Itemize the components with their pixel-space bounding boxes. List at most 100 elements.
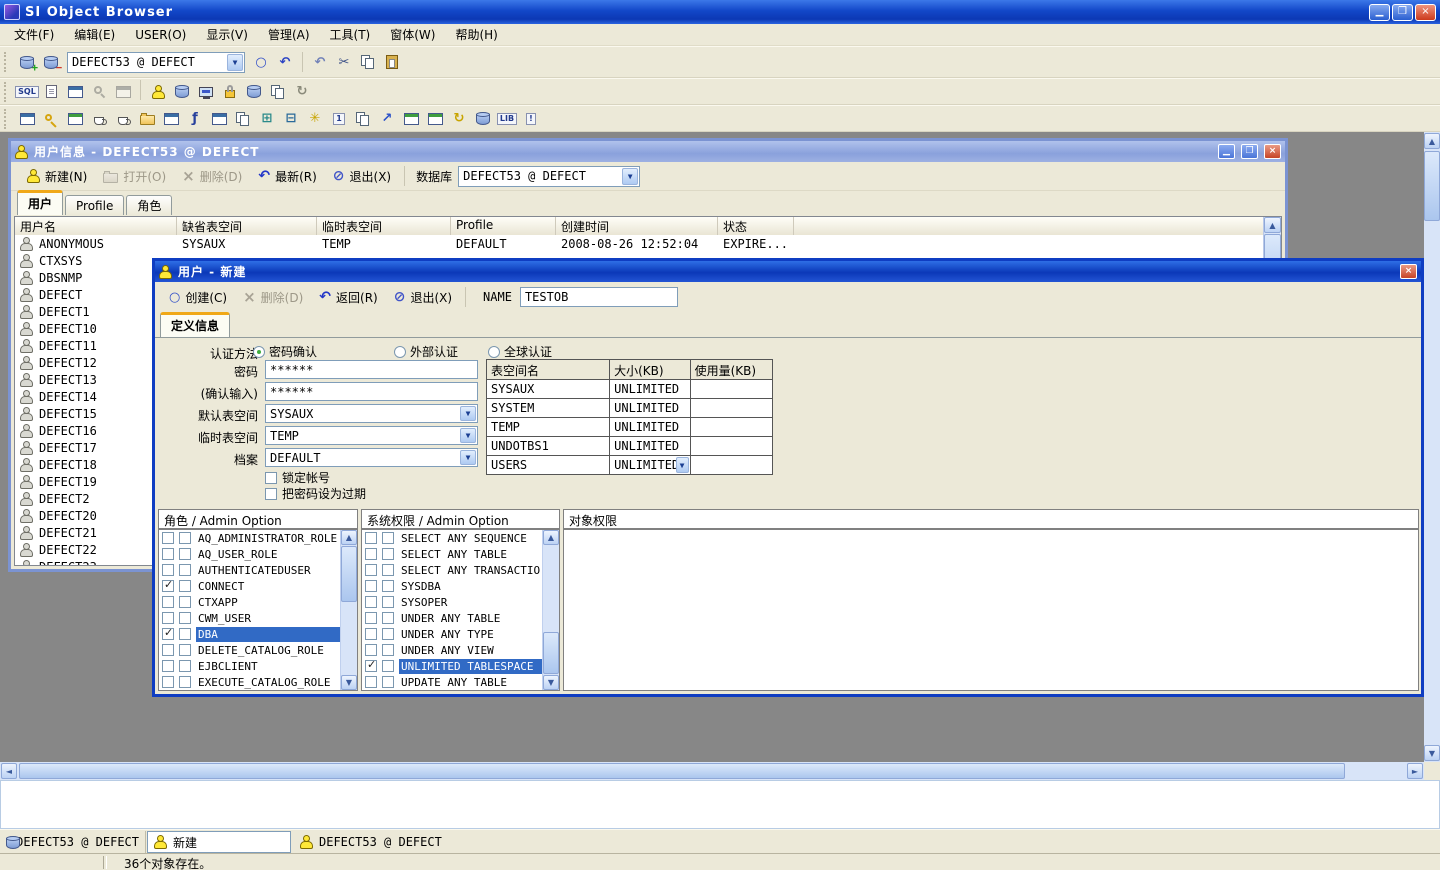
db-job-icon[interactable] <box>471 107 495 130</box>
admin-option-checkbox[interactable] <box>179 580 191 592</box>
scroll-up-icon[interactable]: ▲ <box>1424 133 1440 149</box>
admin-option-checkbox[interactable] <box>382 564 394 576</box>
tablespace-size[interactable]: UNLIMITED <box>610 418 690 436</box>
procedure-window-icon[interactable] <box>207 107 231 130</box>
tab-Profile[interactable]: Profile <box>65 195 124 215</box>
name-input[interactable]: TESTOB <box>520 287 678 307</box>
chevron-down-icon[interactable]: ▼ <box>622 168 638 185</box>
grant-checkbox[interactable] <box>162 564 174 576</box>
script-icon[interactable] <box>39 80 63 103</box>
storage-icon[interactable] <box>242 80 266 103</box>
admin-option-checkbox[interactable] <box>179 676 191 688</box>
admin-option-checkbox[interactable] <box>382 628 394 640</box>
exit-button[interactable]: 退出(X) <box>325 164 399 188</box>
table-row[interactable]: SYSAUXUNLIMITED <box>487 380 772 399</box>
grant-checkbox[interactable] <box>365 580 377 592</box>
connection-combobox[interactable]: DEFECT53 @ DEFECT ▼ <box>67 52 245 73</box>
admin-option-checkbox[interactable] <box>179 596 191 608</box>
list-item[interactable]: SELECT ANY TABLE <box>362 546 559 562</box>
grant-checkbox[interactable] <box>365 532 377 544</box>
list-item[interactable]: SYSDBA <box>362 578 559 594</box>
grant-checkbox[interactable] <box>162 612 174 624</box>
scroll-right-icon[interactable]: ► <box>1407 763 1423 779</box>
temp-tablespace-combobox[interactable]: TEMP ▼ <box>265 426 478 445</box>
open-button[interactable]: 打开(O) <box>95 164 174 188</box>
admin-option-checkbox[interactable] <box>382 612 394 624</box>
task-button-user-info[interactable]: DEFECT53 @ DEFECT <box>294 831 454 853</box>
sysprivs-scrollbar[interactable]: ▲ ▼ <box>542 530 559 690</box>
list-item[interactable]: CTXAPP <box>159 594 357 610</box>
menu-item[interactable]: 文件(F) <box>4 24 64 45</box>
admin-option-checkbox[interactable] <box>179 660 191 672</box>
list-item[interactable]: SELECT ANY SEQUENCE <box>362 530 559 546</box>
sql-icon[interactable]: SQL <box>15 80 39 103</box>
dialog-titlebar[interactable]: 用户 - 新建 × <box>155 261 1421 282</box>
table-row[interactable]: TEMPUNLIMITED <box>487 418 772 437</box>
task-button-new-user[interactable]: 新建 <box>147 831 291 853</box>
delete-button[interactable]: 删除(D) <box>174 164 250 188</box>
admin-option-checkbox[interactable] <box>382 580 394 592</box>
password-input[interactable]: ****** <box>265 360 478 379</box>
admin-option-checkbox[interactable] <box>382 596 394 608</box>
tablespace-size[interactable]: UNLIMITED <box>610 437 690 455</box>
admin-option-checkbox[interactable] <box>179 548 191 560</box>
session-icon[interactable] <box>194 80 218 103</box>
delete-button[interactable]: 删除(D) <box>235 285 311 309</box>
record-circle-icon[interactable]: ○ <box>249 51 273 74</box>
disconnect-database-icon[interactable]: − <box>39 51 63 74</box>
table-row[interactable]: UNDOTBS1UNLIMITED <box>487 437 772 456</box>
column-header[interactable]: 缺省表空间 <box>177 217 317 235</box>
toolbar-grip[interactable] <box>4 109 11 129</box>
horizontal-scrollbar[interactable]: ◄ ► <box>0 762 1424 780</box>
grant-checkbox[interactable] <box>365 644 377 656</box>
toolbar-grip[interactable] <box>4 82 11 102</box>
chevron-down-icon[interactable]: ▼ <box>460 406 476 421</box>
list-item[interactable]: AQ_USER_ROLE <box>159 546 357 562</box>
synonym-icon[interactable]: ✳ <box>303 107 327 130</box>
menu-item[interactable]: 窗体(W) <box>380 24 445 45</box>
dblink-icon[interactable]: ↗ <box>375 107 399 130</box>
user-icon[interactable] <box>146 80 170 103</box>
tablespace-size[interactable]: UNLIMITED▼ <box>610 456 690 474</box>
confirm-password-input[interactable]: ****** <box>265 382 478 401</box>
column-header[interactable]: 临时表空间 <box>317 217 451 235</box>
radio-1[interactable] <box>253 346 265 358</box>
minimize-button[interactable]: ▁ <box>1369 4 1390 21</box>
connect-database-icon[interactable]: + <box>15 51 39 74</box>
grant-checkbox[interactable] <box>162 644 174 656</box>
list-item[interactable]: DBA <box>159 626 357 642</box>
tab-角色[interactable]: 角色 <box>126 195 172 215</box>
list-item[interactable]: UNDER ANY TYPE <box>362 626 559 642</box>
database-combobox[interactable]: DEFECT53 @ DEFECT ▼ <box>458 166 640 187</box>
tree-icon[interactable]: ⊟ <box>279 107 303 130</box>
menu-item[interactable]: 显示(V) <box>196 24 258 45</box>
admin-option-checkbox[interactable] <box>382 548 394 560</box>
tree-expand-icon[interactable]: ⊞ <box>255 107 279 130</box>
list-item[interactable]: EXECUTE_CATALOG_ROLE <box>159 674 357 690</box>
list-item[interactable]: SELECT ANY TRANSACTIO <box>362 562 559 578</box>
tab-用户[interactable]: 用户 <box>17 190 63 215</box>
chevron-down-icon[interactable]: ▼ <box>460 450 476 465</box>
close-icon[interactable]: × <box>1400 264 1417 279</box>
admin-option-checkbox[interactable] <box>179 644 191 656</box>
column-header[interactable]: 创建时间 <box>556 217 718 235</box>
menu-item[interactable]: USER(O) <box>125 26 196 44</box>
menu-item[interactable]: 工具(T) <box>320 24 381 45</box>
table-row[interactable]: ANONYMOUS SYSAUX TEMP DEFAULT 2008-08-26… <box>15 235 1264 252</box>
function-icon[interactable]: ƒ <box>183 107 207 130</box>
maximize-button[interactable]: ❒ <box>1241 144 1258 159</box>
close-button[interactable]: × <box>1415 4 1436 21</box>
tablespace-size[interactable]: UNLIMITED <box>610 380 690 398</box>
tab-definition[interactable]: 定义信息 <box>160 312 230 337</box>
rollback-icon[interactable]: ↶ <box>273 51 297 74</box>
table-data-icon[interactable] <box>15 107 39 130</box>
grant-checkbox[interactable] <box>162 580 174 592</box>
grant-checkbox[interactable] <box>365 596 377 608</box>
search-icon[interactable] <box>87 80 111 103</box>
refresh-group-icon[interactable]: ↻ <box>447 107 471 130</box>
admin-option-checkbox[interactable] <box>382 532 394 544</box>
mview-icon[interactable] <box>399 107 423 130</box>
undo-icon[interactable]: ↶ <box>308 51 332 74</box>
admin-option-checkbox[interactable] <box>179 532 191 544</box>
admin-option-checkbox[interactable] <box>179 564 191 576</box>
